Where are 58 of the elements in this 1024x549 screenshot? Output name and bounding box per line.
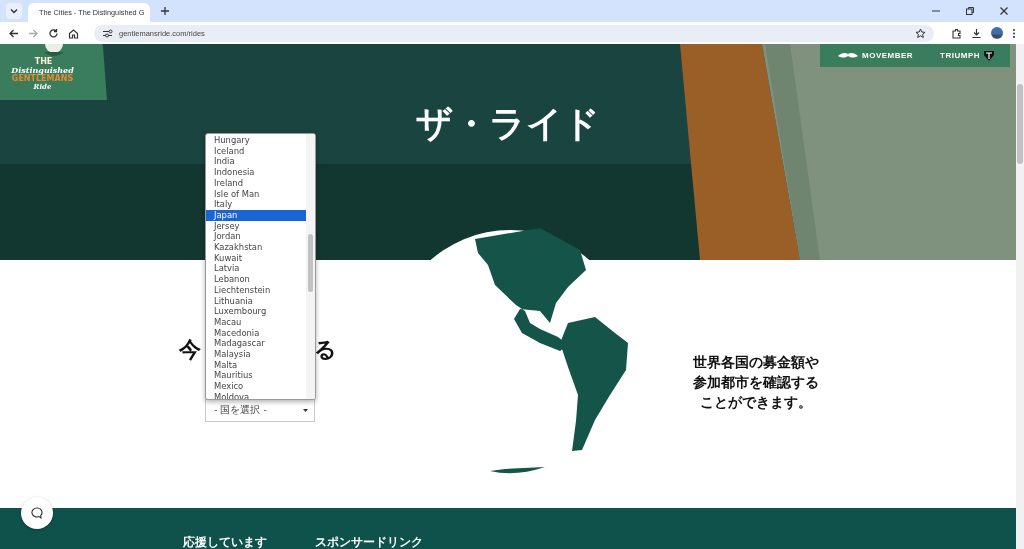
info-text: 世界各国の募金額や [693,353,819,372]
site-settings-icon[interactable] [102,28,113,38]
dropdown-option[interactable]: Latvia [206,263,306,275]
page-title: ザ・ライド [415,102,601,146]
menu-icon[interactable] [1012,27,1016,39]
sponsor-name[interactable]: MOVEMBER [862,51,914,60]
download-icon[interactable] [971,27,982,39]
home-icon[interactable] [68,27,79,39]
star-icon[interactable] [915,27,926,39]
new-tab-icon[interactable] [160,6,170,16]
mustache-icon [838,52,858,59]
info-text: 参加都市を確認する [693,373,819,392]
dropdown-option[interactable]: Japan [206,209,306,221]
caret-icon [9,6,19,16]
dropdown-option[interactable]: Iceland [206,145,306,157]
dropdown-option[interactable]: Isle of Man [206,188,306,200]
dropdown-option[interactable]: Malta [206,359,306,371]
shield-icon [984,50,994,61]
footer-heading: 応援しています [183,535,267,549]
close-icon[interactable] [999,6,1009,16]
caret-icon [303,409,308,412]
dropdown-option[interactable]: Kuwait [206,252,306,264]
profile-avatar-icon[interactable] [991,27,1003,39]
dropdown-option[interactable]: Lithuania [206,295,306,307]
scrollbar[interactable] [1016,44,1024,549]
dropdown-option[interactable]: Madagascar [206,338,306,350]
dropdown-option[interactable]: Ireland [206,177,306,189]
logo-text: Distinguished [11,66,74,75]
dropdown-option[interactable]: Luxembourg [206,306,306,317]
info-text: ことができます。 [700,393,812,412]
chat-icon [31,507,43,519]
footer-heading: スポンサードリンク [315,535,423,549]
extensions-icon[interactable] [951,27,962,39]
dropdown-option[interactable]: Lebanon [206,274,306,285]
dropdown-option[interactable]: Jordan [206,231,306,243]
dropdown-option[interactable]: India [206,156,306,168]
dropdown-option[interactable]: Mauritius [206,370,306,382]
dropdown-option[interactable]: Liechtenstein [206,284,306,296]
dropdown-option[interactable]: Macedonia [206,327,306,339]
dropdown-option[interactable]: Hungary [206,135,306,146]
back-icon[interactable] [8,27,19,39]
country-select[interactable]: - 国を選択 - [205,399,315,422]
heading-text: る [314,337,337,363]
dropdown-option[interactable]: Indonesia [206,167,306,178]
reload-icon[interactable] [48,27,59,39]
tab-list-button[interactable] [6,3,22,19]
dropdown-option[interactable]: Macau [206,316,306,328]
dropdown-option[interactable]: Mexico [206,381,306,392]
heading-text: 今 [179,337,201,363]
dropdown-option[interactable]: Italy [206,199,306,210]
logo-text: THE [34,58,53,66]
dropdown-option[interactable]: Jersey [206,220,306,232]
restore-icon[interactable] [965,6,975,16]
sponsor-name[interactable]: TRIUMPH [940,51,980,60]
dropdown-option[interactable]: Kazakhstan [206,242,306,253]
dropdown-option[interactable]: Malaysia [206,349,306,360]
scrollbar[interactable] [306,134,315,399]
logo-text: GENTLEMANS [11,75,74,83]
